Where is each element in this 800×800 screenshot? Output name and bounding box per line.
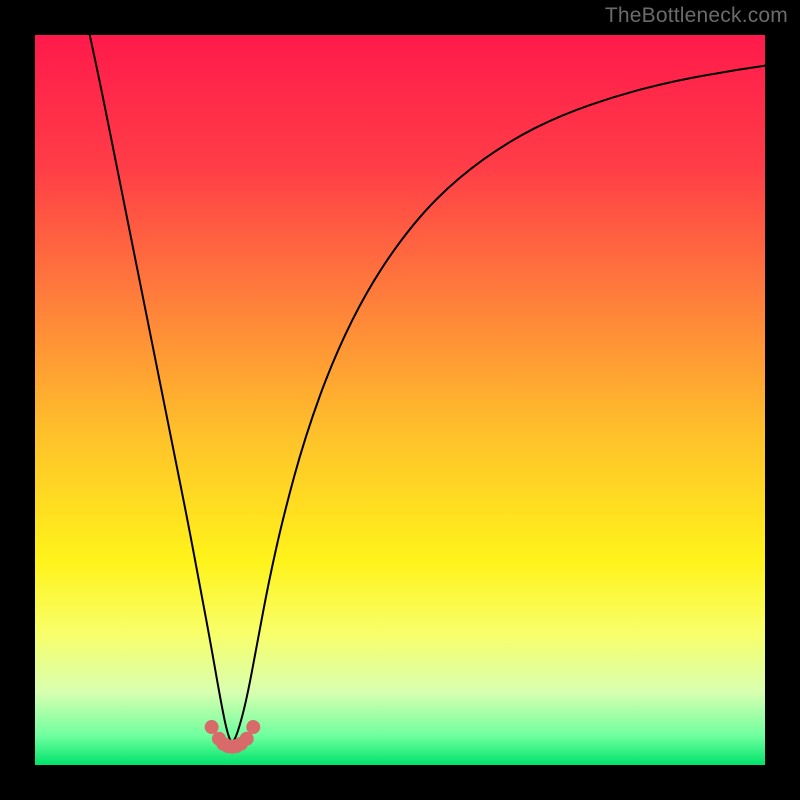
chart-svg	[35, 35, 765, 765]
chart-point	[246, 720, 260, 734]
chart-background	[35, 35, 765, 765]
chart-point	[205, 720, 219, 734]
chart-plot-area	[35, 35, 765, 765]
chart-frame: TheBottleneck.com	[0, 0, 800, 800]
watermark-label: TheBottleneck.com	[605, 4, 788, 28]
